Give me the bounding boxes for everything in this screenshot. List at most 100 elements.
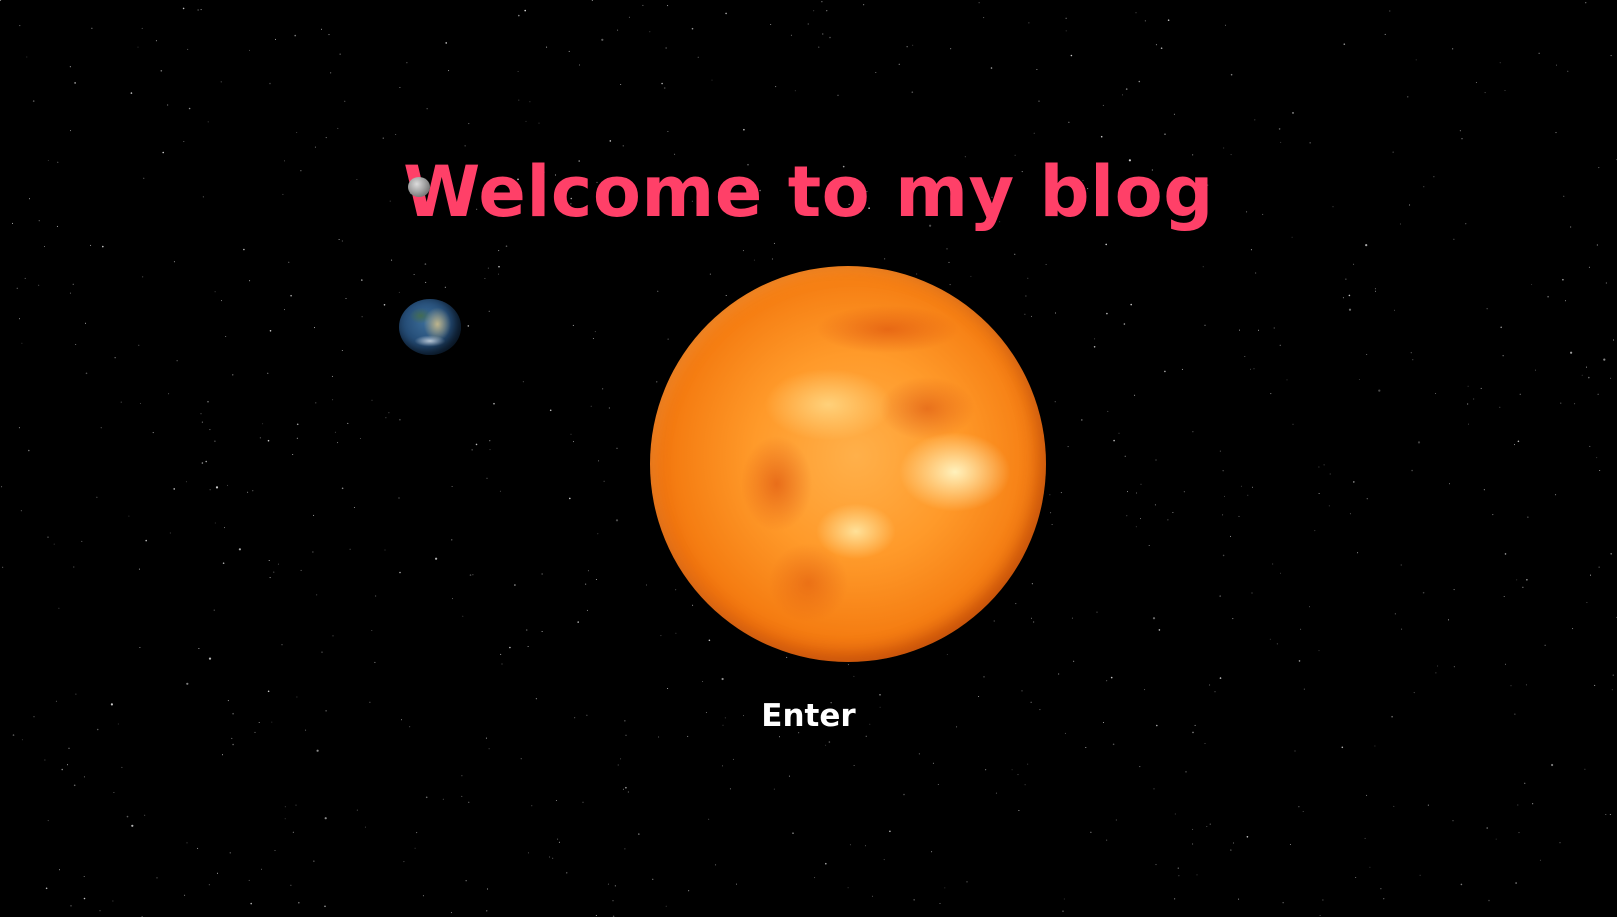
star bbox=[1240, 485, 1242, 487]
star bbox=[1309, 606, 1310, 608]
star bbox=[1123, 323, 1126, 325]
star bbox=[944, 887, 946, 889]
star bbox=[1562, 278, 1564, 281]
star bbox=[598, 460, 600, 462]
star bbox=[1517, 804, 1519, 806]
star bbox=[468, 123, 470, 125]
star bbox=[912, 44, 914, 46]
star bbox=[325, 137, 327, 139]
enter-link[interactable]: Enter bbox=[0, 696, 1617, 736]
star bbox=[711, 79, 713, 81]
star bbox=[1611, 689, 1613, 691]
star bbox=[96, 496, 98, 498]
star bbox=[382, 137, 384, 139]
star bbox=[1525, 684, 1527, 686]
star bbox=[970, 275, 972, 277]
star bbox=[356, 809, 358, 811]
star bbox=[215, 486, 219, 489]
star bbox=[139, 403, 141, 404]
star bbox=[531, 805, 533, 807]
star bbox=[1547, 295, 1549, 298]
star bbox=[837, 94, 839, 96]
star bbox=[47, 820, 49, 822]
star bbox=[594, 331, 596, 333]
star bbox=[1560, 402, 1562, 404]
star bbox=[464, 145, 466, 147]
star bbox=[371, 399, 373, 401]
star bbox=[375, 595, 377, 597]
star bbox=[486, 910, 488, 912]
star bbox=[451, 539, 453, 541]
star bbox=[948, 261, 950, 263]
star bbox=[1027, 277, 1029, 279]
star bbox=[520, 758, 522, 760]
star bbox=[1127, 491, 1128, 493]
star bbox=[85, 372, 88, 375]
star bbox=[1246, 836, 1249, 838]
star bbox=[499, 490, 501, 492]
star bbox=[26, 56, 28, 58]
star bbox=[361, 279, 363, 281]
star bbox=[549, 856, 551, 858]
star bbox=[1102, 104, 1104, 106]
star bbox=[1033, 621, 1035, 623]
star bbox=[292, 454, 294, 455]
star bbox=[1341, 746, 1344, 749]
star bbox=[541, 631, 543, 632]
star bbox=[642, 4, 644, 6]
star bbox=[1185, 771, 1187, 773]
star bbox=[184, 894, 186, 896]
star bbox=[1152, 617, 1156, 620]
star bbox=[918, 753, 920, 755]
star bbox=[1122, 94, 1123, 96]
star bbox=[1225, 24, 1226, 26]
star bbox=[814, 877, 816, 879]
star bbox=[1510, 685, 1512, 687]
star bbox=[361, 316, 363, 318]
star bbox=[316, 749, 319, 752]
star bbox=[487, 267, 489, 269]
star bbox=[1254, 119, 1256, 121]
star bbox=[863, 4, 865, 6]
star bbox=[152, 432, 154, 434]
star bbox=[990, 67, 993, 69]
star bbox=[602, 388, 604, 390]
star bbox=[186, 842, 188, 844]
star bbox=[74, 82, 76, 84]
star bbox=[1219, 595, 1221, 597]
star bbox=[1292, 423, 1294, 425]
star bbox=[1289, 844, 1291, 845]
star bbox=[1488, 899, 1490, 902]
star bbox=[1209, 823, 1211, 825]
star bbox=[1105, 243, 1107, 246]
star bbox=[1130, 303, 1132, 306]
star bbox=[597, 533, 599, 535]
star bbox=[1357, 552, 1359, 554]
star bbox=[617, 29, 619, 31]
star bbox=[1538, 52, 1540, 54]
star bbox=[1139, 766, 1141, 768]
star bbox=[1060, 492, 1062, 494]
star bbox=[331, 375, 333, 377]
star bbox=[1342, 297, 1344, 299]
star bbox=[338, 239, 340, 240]
star bbox=[182, 7, 185, 10]
star bbox=[1148, 545, 1150, 546]
star bbox=[813, 10, 815, 12]
star bbox=[232, 374, 234, 376]
star bbox=[884, 258, 886, 260]
star bbox=[1355, 877, 1357, 878]
star bbox=[1230, 535, 1231, 537]
star bbox=[622, 145, 624, 147]
star bbox=[1314, 530, 1316, 532]
star bbox=[1279, 344, 1281, 346]
star bbox=[341, 240, 343, 242]
star bbox=[1115, 819, 1117, 821]
star bbox=[1514, 444, 1515, 446]
star bbox=[541, 573, 543, 575]
star bbox=[569, 497, 571, 500]
star bbox=[1613, 339, 1615, 341]
star bbox=[1138, 80, 1141, 83]
star bbox=[1258, 329, 1259, 331]
star bbox=[1518, 832, 1520, 834]
